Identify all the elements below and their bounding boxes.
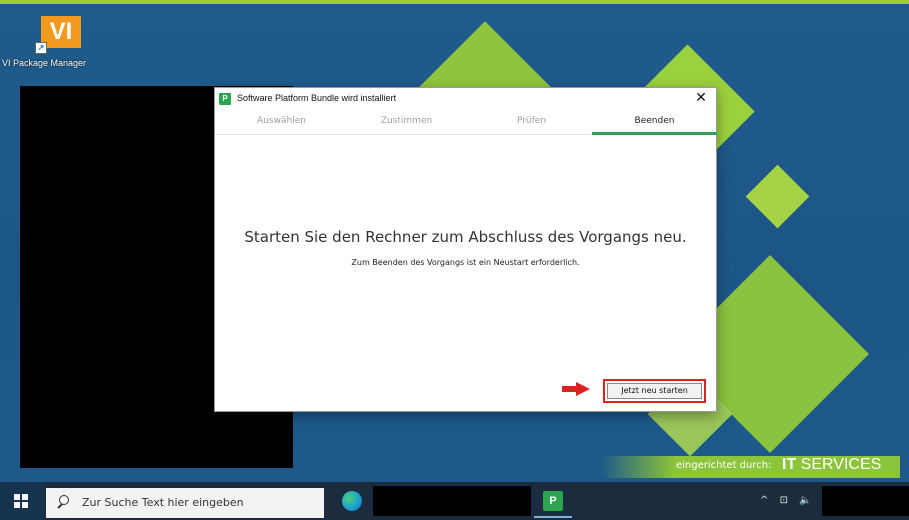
arrow-head [576,382,590,396]
redacted-taskbar-item [373,486,531,516]
desktop-icon-vi-package-manager[interactable]: VI ↗ VI Package Manager [2,16,100,68]
taskbar-search[interactable]: Zur Suche Text hier eingeben [46,488,324,518]
title-bar[interactable]: P Software Platform Bundle wird installi… [215,88,716,108]
restart-highlight: Jetzt neu starten [603,379,706,403]
restart-now-button[interactable]: Jetzt neu starten [607,383,702,399]
wizard-steps: Auswählen Zustimmen Prüfen Beenden [215,111,717,135]
search-icon [56,495,70,509]
branding-prefix: eingerichtet durch: [676,460,772,471]
red-arrow-icon [562,382,590,396]
taskbar: Zur Suche Text hier eingeben P ^ ⊡ 🔈 [0,482,909,520]
shortcut-arrow-icon: ↗ [35,42,47,54]
installer-dialog: P Software Platform Bundle wird installi… [214,87,717,412]
close-button[interactable]: ✕ [694,91,708,105]
edge-browser-icon[interactable] [342,491,362,511]
vi-package-manager-icon: VI ↗ [35,16,81,54]
search-input[interactable]: Zur Suche Text hier eingeben [82,496,244,509]
decor-diamond [745,164,810,229]
tab-beenden[interactable]: Beenden [592,111,717,135]
network-icon[interactable]: ⊡ [780,495,788,506]
tab-auswaehlen[interactable]: Auswählen [219,111,344,135]
tab-zustimmen[interactable]: Zustimmen [344,111,469,135]
dialog-title: Software Platform Bundle wird installier… [237,93,397,103]
start-button[interactable] [0,482,44,520]
active-app-indicator [534,516,572,518]
system-tray: ^ ⊡ 🔈 [760,495,820,506]
restart-submessage: Zum Beenden des Vorgangs ist ein Neustar… [351,258,580,267]
restart-message: Starten Sie den Rechner zum Abschluss de… [244,228,687,246]
redacted-clock [822,486,909,516]
package-installer-taskbar-icon[interactable]: P [543,491,563,511]
desktop-icon-label: VI Package Manager [2,58,87,68]
volume-icon[interactable]: 🔈 [799,495,811,506]
tab-pruefen[interactable]: Prüfen [469,111,594,135]
chevron-up-icon[interactable]: ^ [760,495,768,506]
app-icon: P [219,93,231,105]
branding-logo: IT SERVICES [782,456,882,473]
windows-icon [14,494,28,508]
